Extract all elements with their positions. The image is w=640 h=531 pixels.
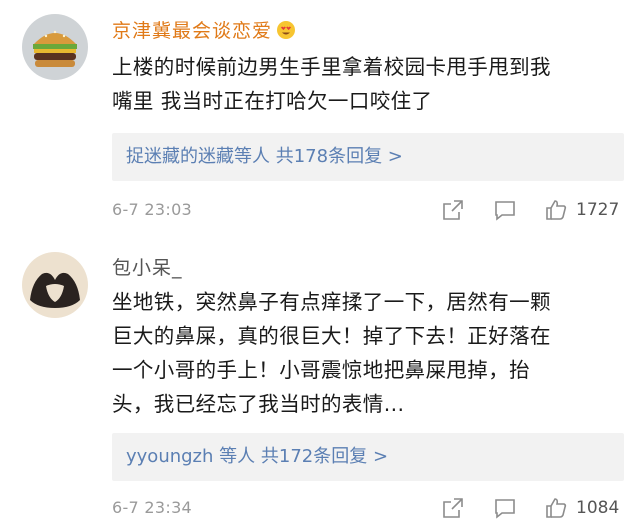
username[interactable]: 包小呆_ bbox=[112, 253, 183, 280]
username[interactable]: 京津冀最会谈恋爱 bbox=[112, 16, 296, 43]
reply-count[interactable]: 等人 共178条回复 > bbox=[234, 146, 403, 167]
like-count: 1084 bbox=[576, 498, 620, 518]
like-icon[interactable] bbox=[544, 198, 568, 222]
comment-line: 嘴里 我当时正在打哈欠一口咬住了 bbox=[112, 89, 433, 113]
like-icon[interactable] bbox=[544, 496, 568, 520]
comment-line: 坐地铁，突然鼻子有点痒揉了一下，居然有一颗 bbox=[112, 290, 551, 314]
comment-item: 包小呆_ 坐地铁，突然鼻子有点痒揉了一下，居然有一颗 巨大的鼻屎，真的很巨大！掉… bbox=[0, 240, 640, 531]
replies-summary[interactable]: yyoungzh 等人 共172条回复 > bbox=[112, 433, 624, 481]
avatar[interactable] bbox=[22, 14, 88, 80]
share-icon[interactable] bbox=[441, 198, 465, 222]
username-text[interactable]: 包小呆_ bbox=[112, 257, 183, 279]
like-count: 1727 bbox=[576, 200, 620, 220]
heart-hands-avatar-icon bbox=[22, 252, 88, 318]
comment-line: 头，我已经忘了我当时的表情... bbox=[112, 392, 405, 416]
comment-text: 上楼的时候前边男生手里拿着校园卡甩手甩到我 嘴里 我当时正在打哈欠一口咬住了 bbox=[112, 50, 620, 118]
username-text[interactable]: 京津冀最会谈恋爱 bbox=[112, 20, 272, 42]
comment-icon[interactable] bbox=[493, 198, 517, 222]
timestamp: 6-7 23:03 bbox=[112, 200, 193, 219]
comment-item: 京津冀最会谈恋爱 上楼的时候前边男生手里拿着校园卡甩手甩到我 嘴里 我当时正在打… bbox=[0, 0, 640, 240]
comment-footer: 6-7 23:34 1084 bbox=[112, 496, 624, 524]
reply-names[interactable]: 捉迷藏的迷藏 bbox=[126, 146, 234, 167]
avatar[interactable] bbox=[22, 252, 88, 318]
comment-line: 巨大的鼻屎，真的很巨大！掉了下去！正好落在 bbox=[112, 324, 551, 348]
reply-count[interactable]: 等人 共172条回复 > bbox=[219, 446, 388, 467]
burger-avatar-icon bbox=[22, 14, 88, 80]
comment-text: 坐地铁，突然鼻子有点痒揉了一下，居然有一颗 巨大的鼻屎，真的很巨大！掉了下去！正… bbox=[112, 285, 620, 421]
comment-line: 上楼的时候前边男生手里拿着校园卡甩手甩到我 bbox=[112, 55, 551, 79]
comment-line: 一个小哥的手上！小哥震惊地把鼻屎甩掉，抬 bbox=[112, 358, 530, 382]
replies-summary[interactable]: 捉迷藏的迷藏等人 共178条回复 > bbox=[112, 133, 624, 181]
heart-eyes-emoji-icon bbox=[276, 20, 296, 40]
comment-footer: 6-7 23:03 1727 bbox=[112, 198, 624, 226]
reply-names[interactable]: yyoungzh bbox=[126, 446, 213, 467]
timestamp: 6-7 23:34 bbox=[112, 498, 193, 517]
share-icon[interactable] bbox=[441, 496, 465, 520]
comment-icon[interactable] bbox=[493, 496, 517, 520]
